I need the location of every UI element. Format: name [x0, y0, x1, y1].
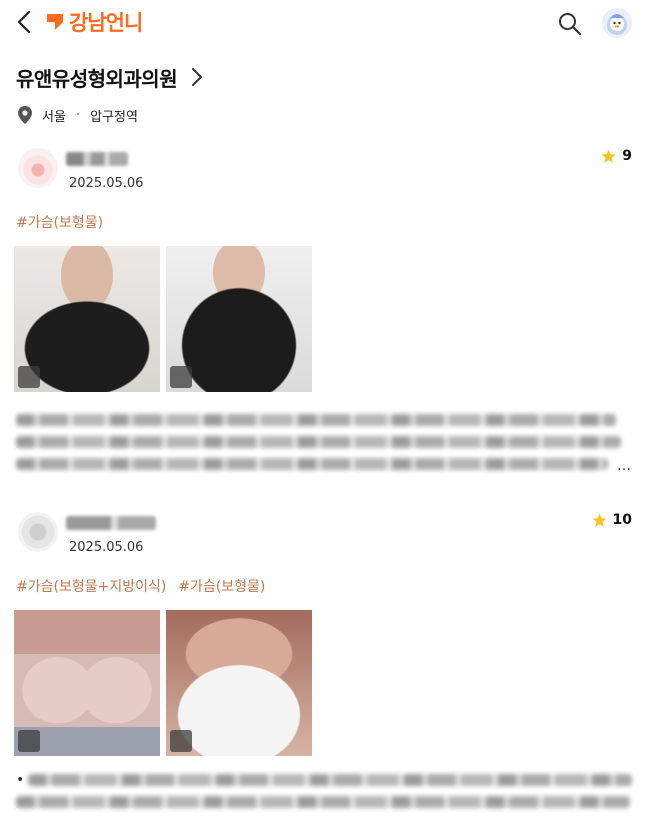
review-card[interactable]: 2025.05.06 9 #가슴(보형물) … [0, 140, 645, 480]
review-rating: 9 [601, 148, 632, 164]
review-text-blurred [16, 774, 632, 818]
app-logo[interactable]: 강남언니 [45, 8, 143, 36]
photo-type-badge [18, 730, 40, 752]
rating-value: 10 [612, 512, 632, 528]
photo-type-badge [18, 366, 40, 388]
review-tag[interactable]: #가슴(보형물) [178, 576, 265, 596]
location-city: 서울 [42, 109, 66, 125]
reviewer-name-blurred [66, 516, 156, 530]
reviewer-avatar [18, 148, 58, 188]
review-date: 2025.05.06 [69, 176, 144, 191]
back-arrow-icon[interactable] [14, 9, 36, 35]
review-tag[interactable]: #가슴(보형물) [16, 212, 103, 232]
review-rating: 10 [592, 512, 632, 528]
review-photo[interactable] [166, 246, 312, 392]
review-text-ellipsis: … [617, 458, 631, 474]
profile-avatar-icon[interactable] [602, 8, 632, 38]
star-icon [601, 149, 616, 163]
review-date: 2025.05.06 [69, 540, 144, 555]
review-tags: #가슴(보형물+지방이식) #가슴(보형물) [16, 576, 265, 596]
star-icon [592, 513, 607, 527]
review-text-blurred [16, 414, 630, 480]
logo-mark-icon [47, 14, 63, 30]
location-station: 압구정역 [90, 109, 138, 125]
rating-value: 9 [622, 148, 632, 164]
location-pin-icon [18, 106, 32, 124]
clinic-location: 서울 · 압구정역 [18, 104, 138, 126]
chevron-right-icon [192, 68, 203, 86]
review-card[interactable]: 2025.05.06 10 #가슴(보형물+지방이식) #가슴(보형물) • [0, 504, 645, 839]
location-separator: · [75, 107, 81, 123]
clinic-title-link[interactable]: 유앤유성형외과의원 [16, 62, 205, 92]
reviewer-avatar [18, 512, 58, 552]
search-icon[interactable] [557, 11, 583, 37]
top-bar: 강남언니 [0, 0, 645, 46]
logo-text: 강남언니 [69, 11, 143, 35]
reviewer-name-blurred [66, 152, 128, 166]
review-photo[interactable] [14, 610, 160, 756]
review-tags: #가슴(보형물) [16, 212, 103, 232]
photo-type-badge [170, 730, 192, 752]
review-photo[interactable] [166, 610, 312, 756]
clinic-name: 유앤유성형외과의원 [16, 66, 178, 91]
review-tag[interactable]: #가슴(보형물+지방이식) [16, 576, 166, 596]
review-photo[interactable] [14, 246, 160, 392]
photo-type-badge [170, 366, 192, 388]
